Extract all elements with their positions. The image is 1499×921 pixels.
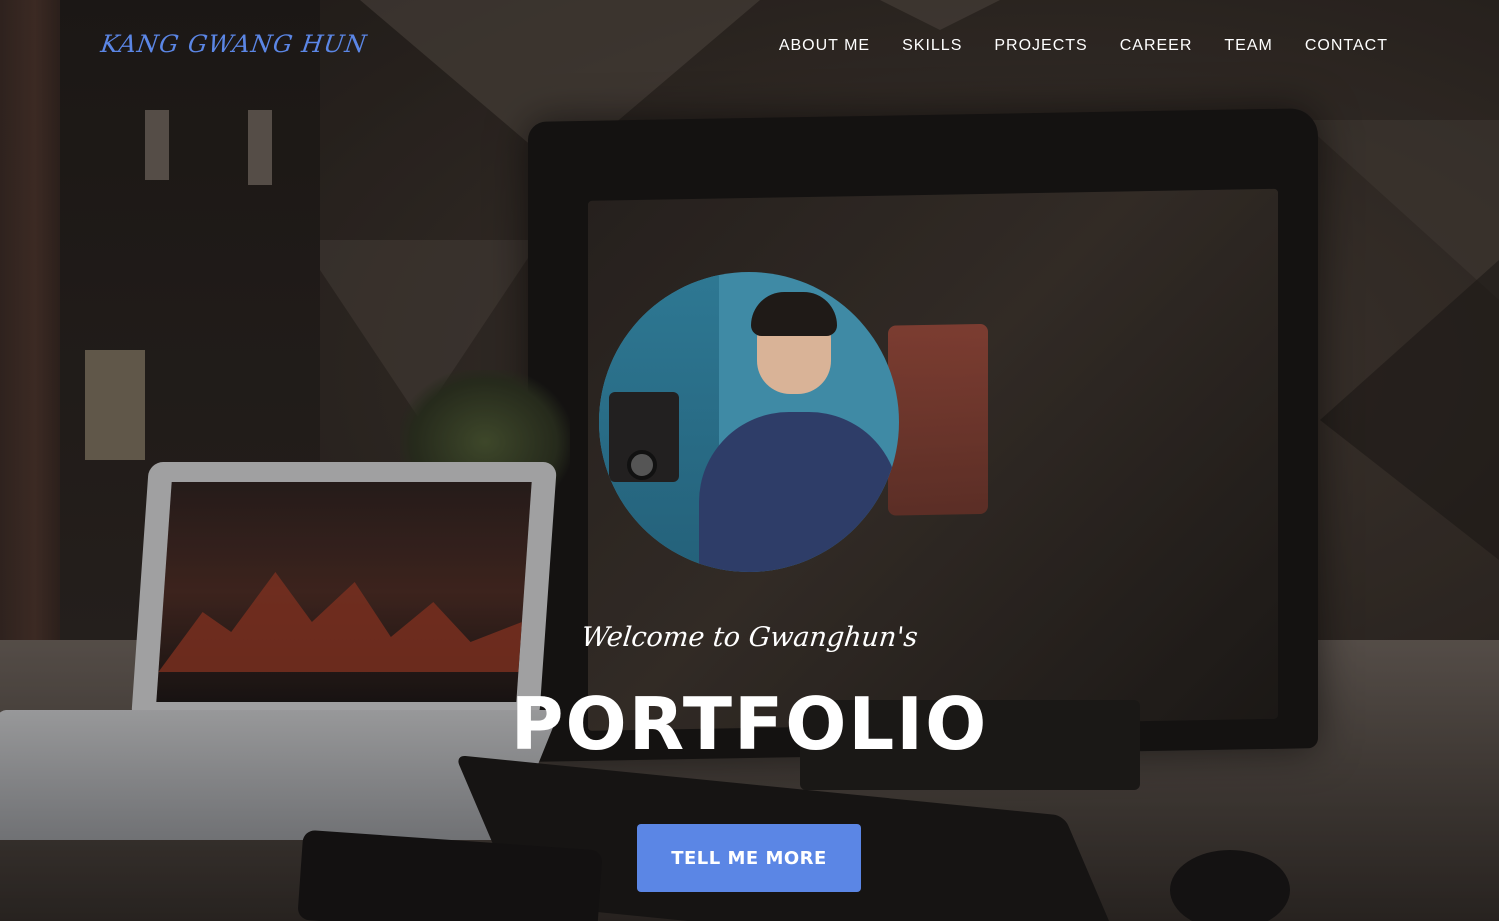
nav-item-contact[interactable]: CONTACT [1305,37,1388,55]
top-navbar: KANG GWANG HUN ABOUT ME SKILLS PROJECTS … [0,0,1499,95]
camera-lens [627,450,657,480]
hero-section: KANG GWANG HUN ABOUT ME SKILLS PROJECTS … [0,0,1499,921]
welcome-text: Welcome to Gwanghun's [579,622,920,653]
nav-item-career[interactable]: CAREER [1120,37,1193,55]
person-body [699,412,899,572]
nav-item-about-me[interactable]: ABOUT ME [779,37,870,55]
person-hair [751,292,837,336]
nav-item-skills[interactable]: SKILLS [902,37,962,55]
page-title: PORTFOLIO [510,682,989,766]
nav-item-team[interactable]: TEAM [1224,37,1272,55]
tell-me-more-button[interactable]: TELL ME MORE [637,824,861,892]
nav-item-projects[interactable]: PROJECTS [994,37,1087,55]
nav-menu: ABOUT ME SKILLS PROJECTS CAREER TEAM CON… [747,37,1388,55]
profile-photo [599,272,899,572]
brand-logo[interactable]: KANG GWANG HUN [99,30,369,58]
